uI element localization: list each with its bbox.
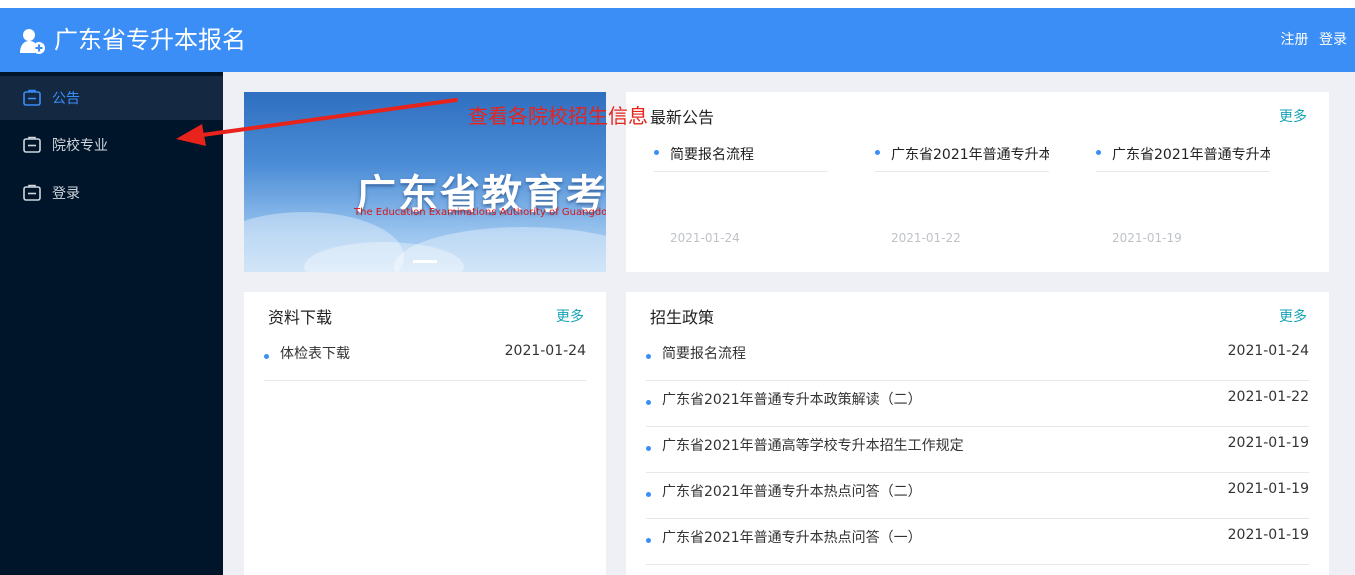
id-card-icon bbox=[23, 184, 41, 201]
item-date: 2021-01-19 bbox=[1227, 435, 1309, 451]
more-link[interactable]: 更多 bbox=[556, 306, 584, 326]
sidebar: 公告 院校专业 登录 bbox=[0, 72, 223, 575]
announcement-title: 简要报名流程 bbox=[654, 144, 828, 172]
item-title: 广东省2021年普通专升本热点问答（二） bbox=[662, 484, 922, 500]
more-link[interactable]: 更多 bbox=[1279, 306, 1307, 326]
announcement-date: 2021-01-22 bbox=[891, 231, 961, 245]
id-card-icon bbox=[23, 136, 41, 153]
policies-card: 招生政策 更多 简要报名流程 2021-01-24 广东省2021年普通专升本政… bbox=[626, 292, 1329, 575]
login-link[interactable]: 登录 bbox=[1319, 32, 1347, 48]
announcement-title: 广东省2021年普通专升本政策解读 bbox=[875, 144, 1049, 172]
item-title: 广东省2021年普通专升本热点问答（一） bbox=[662, 530, 922, 546]
list-item[interactable]: 广东省2021年普通专升本热点问答（二） 2021-01-19 bbox=[646, 473, 1309, 519]
banner-subtitle: The Education Examinations Authority of … bbox=[354, 207, 606, 218]
item-date: 2021-01-24 bbox=[504, 343, 586, 359]
bullet-dot bbox=[646, 446, 651, 451]
announcement-item[interactable]: 广东省2021年普通专升本政策解读 2021-01-22 bbox=[875, 144, 1049, 245]
item-date: 2021-01-22 bbox=[1227, 389, 1309, 405]
register-link[interactable]: 注册 bbox=[1281, 32, 1309, 48]
top-strip bbox=[0, 0, 1355, 8]
carousel-indicator[interactable] bbox=[413, 260, 437, 263]
header-bar: 广东省专升本报名 注册 登录 bbox=[0, 8, 1355, 72]
header-links: 注册 登录 bbox=[1275, 31, 1347, 49]
item-title: 广东省2021年普通专升本政策解读（二） bbox=[662, 392, 922, 408]
announcement-item[interactable]: 简要报名流程 2021-01-24 bbox=[654, 144, 828, 245]
bullet-dot bbox=[264, 354, 269, 359]
sidebar-item-label: 院校专业 bbox=[52, 138, 108, 154]
item-title: 体检表下载 bbox=[280, 346, 350, 362]
sidebar-item-login[interactable]: 登录 bbox=[0, 171, 223, 215]
card-title: 资料下载 bbox=[268, 308, 333, 327]
bullet-dot bbox=[646, 538, 651, 543]
more-link[interactable]: 更多 bbox=[1279, 106, 1307, 126]
item-title: 简要报名流程 bbox=[662, 346, 746, 362]
announcement-date: 2021-01-19 bbox=[1112, 231, 1182, 245]
announcement-item[interactable]: 广东省2021年普通专升本政策 2021-01-19 bbox=[1096, 144, 1270, 245]
annotation-label: 查看各院校招生信息 bbox=[468, 104, 648, 128]
sidebar-item-label: 登录 bbox=[52, 186, 80, 202]
sidebar-item-announcements[interactable]: 公告 bbox=[0, 76, 223, 120]
announcement-title: 广东省2021年普通专升本政策 bbox=[1096, 144, 1270, 172]
list-item[interactable]: 广东省2021年普通专升本热点问答（一） 2021-01-19 bbox=[646, 519, 1309, 565]
list-item[interactable]: 简要报名流程 2021-01-24 bbox=[646, 335, 1309, 381]
user-add-icon bbox=[20, 29, 45, 54]
card-title: 最新公告 bbox=[650, 108, 715, 127]
list-item[interactable]: 体检表下载 2021-01-24 bbox=[264, 335, 586, 381]
list-item[interactable]: 广东省2021年普通高等学校专升本招生工作规定 2021-01-19 bbox=[646, 427, 1309, 473]
sidebar-item-colleges[interactable]: 院校专业 bbox=[0, 123, 223, 167]
item-date: 2021-01-19 bbox=[1227, 527, 1309, 543]
sidebar-item-label: 公告 bbox=[52, 91, 80, 107]
app-title: 广东省专升本报名 bbox=[54, 26, 246, 54]
bullet-dot bbox=[646, 400, 651, 405]
list-item[interactable]: 广东省2021年普通专升本政策解读（二） 2021-01-22 bbox=[646, 381, 1309, 427]
id-card-icon bbox=[23, 89, 41, 106]
announcement-date: 2021-01-24 bbox=[670, 231, 740, 245]
bullet-dot bbox=[646, 354, 651, 359]
item-date: 2021-01-19 bbox=[1227, 481, 1309, 497]
latest-announcements-card: 最新公告 更多 简要报名流程 2021-01-24 广东省2021年普通专升本政… bbox=[626, 92, 1329, 272]
bullet-dot bbox=[646, 492, 651, 497]
item-date: 2021-01-24 bbox=[1227, 343, 1309, 359]
downloads-card: 资料下载 更多 体检表下载 2021-01-24 bbox=[244, 292, 606, 575]
card-title: 招生政策 bbox=[650, 308, 715, 327]
item-title: 广东省2021年普通高等学校专升本招生工作规定 bbox=[662, 438, 964, 454]
